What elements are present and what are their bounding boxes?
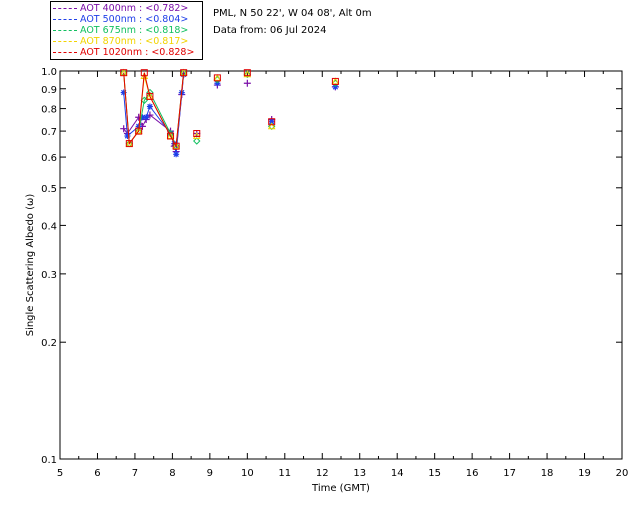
x-tick-label: 6 [94,468,100,479]
x-axis-label: Time (GMT) [311,483,370,494]
series-line [123,72,185,148]
x-tick-label: 19 [578,468,591,479]
series-group [120,70,339,156]
y-tick-label: 0.3 [41,270,57,281]
series-group [120,71,339,158]
legend-swatch [53,41,77,42]
legend-label: AOT 500nm : <0.804> [80,14,189,25]
data-point [243,79,251,87]
x-tick-label: 5 [57,468,63,479]
legend-item-400nm: AOT 400nm : <0.782> [53,3,188,14]
y-tick-label: 0.2 [41,338,57,349]
series-group [119,68,340,150]
site-info: PML, N 50 22', W 04 08', Alt 0m [213,8,372,19]
data-point [143,114,150,121]
series-line [123,72,185,148]
legend-label: AOT 400nm : <0.782> [80,3,189,14]
series-line [123,72,185,149]
y-tick-label: 0.1 [41,455,57,466]
series-line [123,74,185,152]
legend-item-870nm: AOT 870nm : <0.817> [53,36,188,47]
data-point [331,77,340,85]
legend-label: AOT 1020nm : <0.828> [80,47,195,58]
legend-label: AOT 870nm : <0.817> [80,36,189,47]
legend-item-1020nm: AOT 1020nm : <0.828> [53,47,194,58]
chart-svg: 5 6 7 8 9 10 11 12 13 14 15 16 17 18 19 20 1.0 0.9 0.8 0.7 0… [25,67,628,494]
y-tick-label: 0.6 [41,153,57,164]
x-tick-label: 7 [132,468,138,479]
axes: 5 6 7 8 9 10 11 12 13 14 15 16 17 18 19 20 1.0 0.9 0.8 0.7 0… [41,67,628,479]
x-tick-label: 9 [207,468,213,479]
x-tick-label: 8 [169,468,175,479]
y-axis-label: Single Scattering Albedo (ω) [25,194,36,337]
data-point [173,151,180,158]
legend: AOT 400nm : <0.782> AOT 500nm : <0.804> … [50,1,203,60]
y-tick-label: 0.7 [41,127,57,138]
date-info: Data from: 06 Jul 2024 [213,25,327,36]
x-tick-label: 11 [278,468,291,479]
x-tick-label: 16 [466,468,479,479]
data-point [146,103,153,110]
legend-swatch [53,8,77,9]
plot-frame [59,70,623,460]
legend-label: AOT 675nm : <0.818> [80,25,189,36]
data-point [213,73,222,81]
y-tick-label: 0.5 [41,184,57,195]
data-point [193,137,201,145]
x-tick-label: 12 [316,468,329,479]
x-tick-label: 13 [353,468,366,479]
y-tick-label: 1.0 [41,67,57,78]
series-group [120,69,339,150]
legend-swatch [53,19,77,20]
legend-item-500nm: AOT 500nm : <0.804> [53,14,188,25]
legend-swatch [53,52,77,53]
y-tick-label: 0.8 [41,105,57,116]
x-tick-label: 15 [428,468,441,479]
y-tick-label: 0.4 [41,221,57,232]
data-point [124,132,131,139]
x-tick-label: 14 [391,468,404,479]
series-group [119,68,340,150]
y-tick-label: 0.9 [41,85,57,96]
x-tick-label: 18 [541,468,554,479]
legend-item-675nm: AOT 675nm : <0.818> [53,25,188,36]
x-tick-label: 17 [503,468,516,479]
x-tick-label: 20 [616,468,629,479]
x-tick-label: 10 [241,468,254,479]
legend-swatch [53,30,77,31]
series-layer [119,68,340,158]
